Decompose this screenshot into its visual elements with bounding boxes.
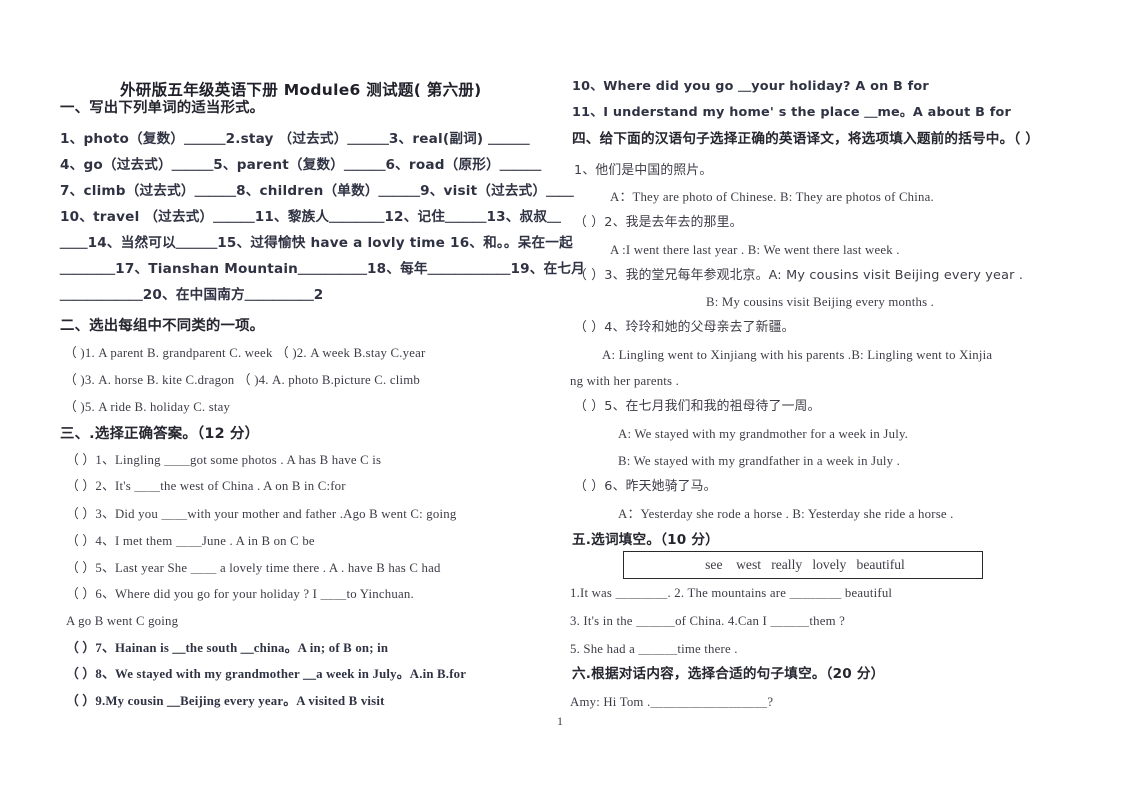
section-2-line-3: （ )5. A ride B. holiday C. stay: [64, 400, 231, 414]
section-4-item-3-options: B: My cousins visit Beijing every months…: [706, 295, 935, 309]
section-3-q3: （ ）3、Did you ＿＿with your mother and fath…: [66, 507, 457, 521]
section-4-item-6-prompt: （ ）6、昨天她骑了马。: [574, 479, 717, 494]
section-2-heading: 二、选出每组中不同类的一项。: [60, 318, 265, 334]
section-5-line-2: 3. It's in the ＿＿＿of China. 4.Can I ＿＿＿t…: [570, 614, 846, 628]
section-2-line-1: （ )1. A parent B. grandparent C. week （ …: [64, 346, 426, 360]
section-5-line-3: 5. She had a ＿＿＿time there .: [570, 642, 738, 656]
section-3-q6: （ ）6、Where did you go for your holiday ?…: [66, 587, 414, 601]
section-4-heading: 四、给下面的汉语句子选择正确的英语译文，将选项填入题前的括号中。（ ）: [572, 131, 1040, 147]
section-3-q6-options: A go B went C going: [66, 614, 179, 628]
section-4-item-6-options: A：Yesterday she rode a horse . B: Yester…: [618, 507, 954, 521]
section-1-line-4: 10、travel （过去式）＿＿＿11、黎族人＿＿＿＿12、记住＿＿＿13、叔…: [60, 209, 561, 225]
section-3-q4: （ ）4、I met them ＿＿June . A in B on C be: [66, 534, 315, 548]
section-4-item-2-prompt: （ ）2、我是去年去的那里。: [574, 215, 743, 230]
section-1-line-7: ＿＿＿＿＿＿20、在中国南方＿＿＿＿＿2: [60, 287, 324, 303]
section-3-q11: 11、I understand my home' s the place ＿me…: [572, 105, 1011, 120]
section-3-q5: （ ）5、Last year She ＿＿ a lovely time ther…: [66, 561, 441, 575]
section-1-line-2: 4、go（过去式）＿＿＿5、parent（复数）＿＿＿6、road（原形）＿＿＿: [60, 157, 542, 173]
section-1-line-3: 7、climb（过去式）＿＿＿8、children（单数）＿＿＿9、visit（…: [60, 183, 574, 199]
section-4-item-3-prompt: （ ）3、我的堂兄每年参观北京。A: My cousins visit Beij…: [574, 268, 1024, 283]
section-6-heading: 六.根据对话内容，选择合适的句子填空。（20 分）: [572, 666, 885, 682]
section-4-item-1-prompt: 1、他们是中国的照片。: [574, 163, 713, 178]
section-4-item-5-option-b: B: We stayed with my grandfather in a we…: [618, 454, 901, 468]
section-4-item-1-options: A：They are photo of Chinese. B: They are…: [610, 190, 934, 204]
word-bank-words: see west really lovely beautiful: [705, 557, 905, 572]
section-6-line-1: Amy: Hi Tom .＿＿＿＿＿＿＿＿＿?: [570, 695, 774, 709]
section-3-q9: （ ）9.My cousin ＿Beijing every year。A vis…: [66, 694, 385, 708]
page-title: 外研版五年级英语下册 Module6 测试题( 第六册): [120, 81, 482, 99]
section-3-q2: （ ）2、It's ＿＿the west of China . A on B i…: [66, 479, 346, 493]
section-4-item-5-prompt: （ ）5、在七月我们和我的祖母待了一周。: [574, 399, 821, 414]
section-3-q8: （ ）8、We stayed with my grandmother ＿a we…: [66, 667, 467, 681]
section-5-heading: 五.选词填空。（10 分）: [572, 532, 719, 548]
section-1-line-1: 1、photo（复数）＿＿＿2.stay （过去式）＿＿＿3、real(副词) …: [60, 131, 530, 147]
section-1-line-6: ＿＿＿＿17、Tianshan Mountain＿＿＿＿＿18、每年＿＿＿＿＿＿…: [60, 261, 585, 277]
page-number: 1: [557, 714, 563, 728]
section-5-line-1: 1.It was ＿＿＿＿. 2. The mountains are ＿＿＿＿…: [570, 586, 893, 600]
section-4-item-4-options-wrap: ng with her parents .: [570, 374, 680, 388]
section-3-q7: （ ）7、Hainan is ＿the south ＿china。A in; o…: [66, 641, 389, 655]
section-2-line-2: （ )3. A. horse B. kite C.dragon （ )4. A.…: [64, 373, 420, 387]
section-4-item-2-options: A :I went there last year . B: We went t…: [610, 243, 900, 257]
section-3-q1: （ ）1、Lingling ＿＿got some photos . A has …: [66, 453, 382, 467]
section-1-line-5: ＿＿14、当然可以＿＿＿15、过得愉快 have a lovly time 16…: [60, 235, 573, 251]
section-3-heading: 三、.选择正确答案。（12 分）: [60, 426, 260, 442]
section-4-item-4-prompt: （ ）4、玲玲和她的父母亲去了新疆。: [574, 320, 795, 335]
section-4-item-5-option-a: A: We stayed with my grandmother for a w…: [618, 427, 909, 441]
section-4-item-4-options: A: Lingling went to Xinjiang with his pa…: [602, 348, 993, 362]
exam-paper-page: 外研版五年级英语下册 Module6 测试题( 第六册) 一、写出下列单词的适当…: [0, 0, 1123, 794]
section-1-heading: 一、写出下列单词的适当形式。: [60, 100, 265, 116]
word-bank-box: see west really lovely beautiful: [623, 551, 983, 579]
section-3-q10: 10、Where did you go ＿your holiday? A on …: [572, 79, 929, 94]
